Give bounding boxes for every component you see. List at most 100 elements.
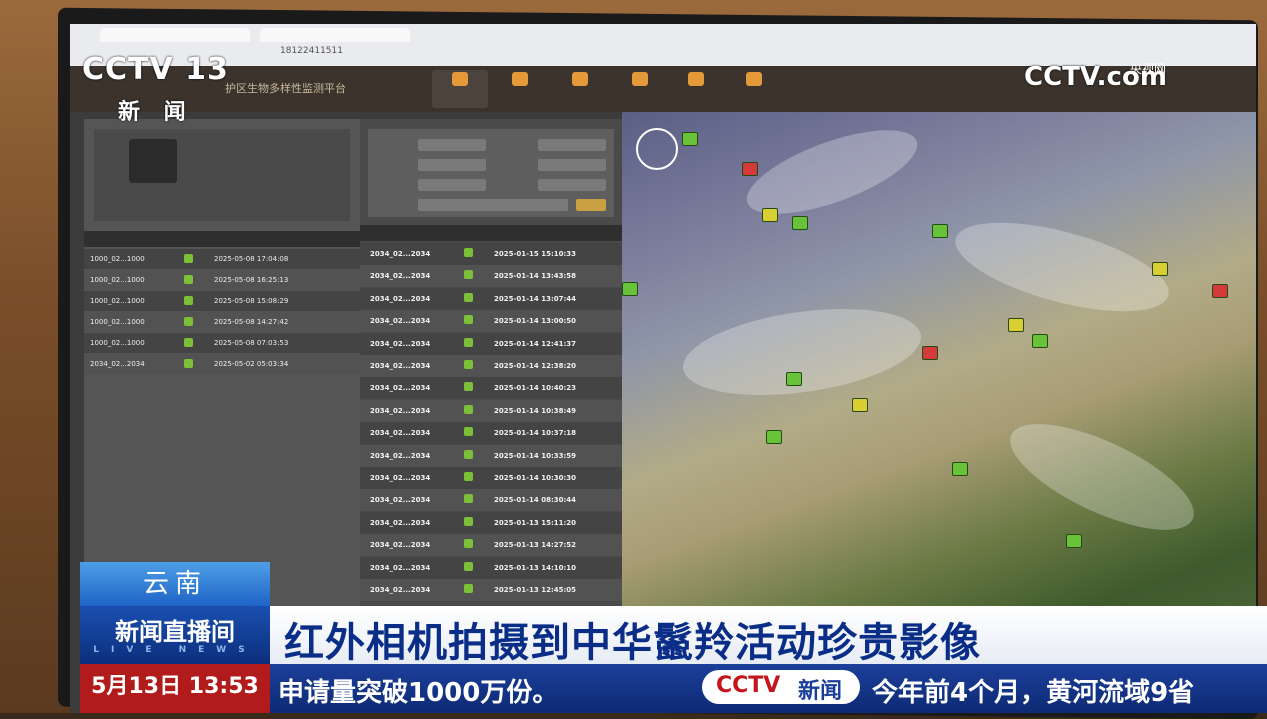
table-row[interactable]: 1000_02...1000 2025-05-08 07:03:53 bbox=[84, 333, 360, 353]
nav-item-4[interactable] bbox=[612, 70, 668, 108]
tool-icon bbox=[688, 72, 704, 86]
table-row[interactable]: 1000_02...1000 2025-05-08 17:04:08 bbox=[84, 249, 360, 269]
camera-status-icon bbox=[464, 292, 473, 302]
camera-status-icon bbox=[184, 338, 193, 347]
filter-field[interactable] bbox=[418, 179, 486, 191]
table-row[interactable]: 2034_02...2034 2025-01-13 15:11:20 bbox=[360, 511, 622, 534]
program-name: 新闻直播间 bbox=[115, 618, 235, 646]
table-row[interactable]: 2034_02...2034 2025-01-14 10:30:30 bbox=[360, 467, 622, 489]
camera-marker[interactable] bbox=[622, 282, 638, 296]
search-button[interactable] bbox=[576, 199, 606, 211]
device-id: 2034_02...2034 bbox=[370, 496, 431, 505]
table-row[interactable]: 2034_02...2034 2025-01-15 15:10:33 bbox=[360, 243, 622, 265]
chart-icon bbox=[632, 72, 648, 86]
capture-time: 2025-01-14 10:30:30 bbox=[494, 474, 577, 482]
camera-status-icon bbox=[464, 382, 473, 392]
browser-tab[interactable] bbox=[260, 28, 410, 42]
table-row[interactable]: 2034_02...2034 2025-01-14 10:38:49 bbox=[360, 399, 622, 422]
table-row[interactable]: 2034_02...2034 2025-01-14 10:33:59 bbox=[360, 444, 622, 467]
capture-time: 2025-01-14 12:41:37 bbox=[494, 339, 577, 348]
browser-tab[interactable] bbox=[100, 28, 250, 42]
camera-marker[interactable] bbox=[682, 132, 698, 146]
capture-time: 2025-05-08 07:03:53 bbox=[214, 339, 289, 347]
address-bar[interactable]: 18122411511 bbox=[280, 46, 343, 56]
table-row[interactable]: 2034_02...2034 2025-01-14 13:07:44 bbox=[360, 287, 622, 310]
camera-status-icon bbox=[464, 494, 473, 504]
camera-marker[interactable] bbox=[792, 216, 808, 230]
device-id: 1000_02...1000 bbox=[90, 276, 145, 284]
device-id: 2034_02...2034 bbox=[370, 272, 431, 281]
table-row[interactable]: 2034_02...2034 2025-05-02 05:03:34 bbox=[84, 354, 360, 374]
filter-field[interactable] bbox=[418, 199, 568, 211]
camera-marker[interactable] bbox=[952, 462, 968, 476]
program-label: 新闻直播间 LIVE NEWS bbox=[80, 606, 270, 664]
left-table-header bbox=[84, 231, 360, 247]
table-row[interactable]: 1000_02...1000 2025-05-08 15:08:29 bbox=[84, 291, 360, 311]
camera-marker[interactable] bbox=[1066, 534, 1082, 548]
alert-camera-marker[interactable] bbox=[1212, 284, 1228, 298]
capture-time: 2025-01-14 13:43:58 bbox=[494, 272, 577, 281]
filter-field[interactable] bbox=[418, 159, 486, 171]
camera-status-icon bbox=[464, 472, 473, 481]
camera-status-icon bbox=[464, 404, 473, 414]
alert-camera-marker[interactable] bbox=[742, 162, 758, 176]
camera-marker[interactable] bbox=[766, 430, 782, 444]
device-id: 1000_02...1000 bbox=[90, 339, 145, 347]
table-row[interactable]: 1000_02...1000 2025-05-08 16:25:13 bbox=[84, 270, 360, 290]
camera-marker[interactable] bbox=[932, 224, 948, 238]
mid-table-header bbox=[360, 225, 622, 241]
device-id: 1000_02...1000 bbox=[90, 318, 145, 326]
device-id: 2034_02...2034 bbox=[370, 518, 431, 527]
table-row[interactable]: 2034_02...2034 2025-01-13 14:27:52 bbox=[360, 534, 622, 557]
table-row[interactable]: 2034_02...2034 2025-01-13 12:45:05 bbox=[360, 579, 622, 601]
cctv13-logo: CCTV 13 bbox=[82, 52, 229, 87]
table-row[interactable]: 2034_02...2034 2025-01-14 12:38:20 bbox=[360, 355, 622, 377]
table-row[interactable]: 2034_02...2034 2025-01-14 13:43:58 bbox=[360, 265, 622, 288]
device-id: 2034_02...2034 bbox=[370, 586, 431, 594]
device-id: 1000_02...1000 bbox=[90, 255, 145, 263]
filter-field[interactable] bbox=[418, 139, 486, 151]
camera-marker[interactable] bbox=[1152, 262, 1168, 276]
camera-marker[interactable] bbox=[852, 398, 868, 412]
camera-status-icon bbox=[184, 317, 193, 326]
camera-status-icon bbox=[464, 427, 473, 437]
device-id: 2034_02...2034 bbox=[370, 451, 431, 460]
nav-item-5[interactable] bbox=[668, 70, 724, 108]
camera-status-icon bbox=[184, 254, 193, 263]
table-row[interactable]: 2034_02...2034 2025-01-14 10:40:23 bbox=[360, 377, 622, 400]
camera-tile[interactable] bbox=[129, 139, 177, 183]
device-id: 2034_02...2034 bbox=[90, 360, 145, 368]
capture-time: 2025-01-13 15:11:20 bbox=[494, 518, 577, 527]
program-sub: LIVE NEWS bbox=[93, 645, 257, 655]
camera-marker[interactable] bbox=[762, 208, 778, 222]
camera-marker[interactable] bbox=[1032, 334, 1048, 348]
capture-time: 2025-01-14 10:33:59 bbox=[494, 451, 577, 460]
capture-time: 2025-05-08 15:08:29 bbox=[214, 297, 289, 305]
table-row[interactable]: 2034_02...2034 2025-01-14 13:00:50 bbox=[360, 310, 622, 333]
table-row[interactable]: 2034_02...2034 2025-01-13 14:10:10 bbox=[360, 556, 622, 579]
region-label: 云南 bbox=[80, 562, 270, 606]
table-row[interactable]: 2034_02...2034 2025-01-14 12:41:37 bbox=[360, 332, 622, 355]
nav-item-2[interactable] bbox=[492, 70, 548, 108]
ticker-logo-news: 新闻 bbox=[798, 679, 843, 704]
nav-item-6[interactable] bbox=[726, 70, 782, 108]
device-id: 2034_02...2034 bbox=[370, 294, 431, 303]
camera-status-icon bbox=[464, 337, 473, 347]
table-row[interactable]: 2034_02...2034 2025-01-14 10:37:18 bbox=[360, 422, 622, 445]
nav-item-3[interactable] bbox=[552, 70, 608, 108]
camera-status-icon bbox=[464, 584, 473, 593]
camera-marker[interactable] bbox=[786, 372, 802, 386]
filter-field[interactable] bbox=[538, 179, 606, 191]
cctvcom-label: 央视网 bbox=[1130, 62, 1167, 76]
table-row[interactable]: 2034_02...2034 2025-01-14 08:30:44 bbox=[360, 489, 622, 512]
filter-field[interactable] bbox=[538, 139, 606, 151]
flag-icon bbox=[512, 72, 528, 86]
nav-item-camera[interactable] bbox=[432, 70, 488, 108]
device-id: 1000_02...1000 bbox=[90, 297, 145, 305]
table-row[interactable]: 1000_02...1000 2025-05-08 14:27:42 bbox=[84, 312, 360, 332]
device-id: 2034_02...2034 bbox=[370, 429, 431, 438]
alert-camera-marker[interactable] bbox=[922, 346, 938, 360]
headline: 红外相机拍摄到中华鬣羚活动珍贵影像 bbox=[284, 620, 981, 666]
filter-field[interactable] bbox=[538, 159, 606, 171]
camera-marker[interactable] bbox=[1008, 318, 1024, 332]
